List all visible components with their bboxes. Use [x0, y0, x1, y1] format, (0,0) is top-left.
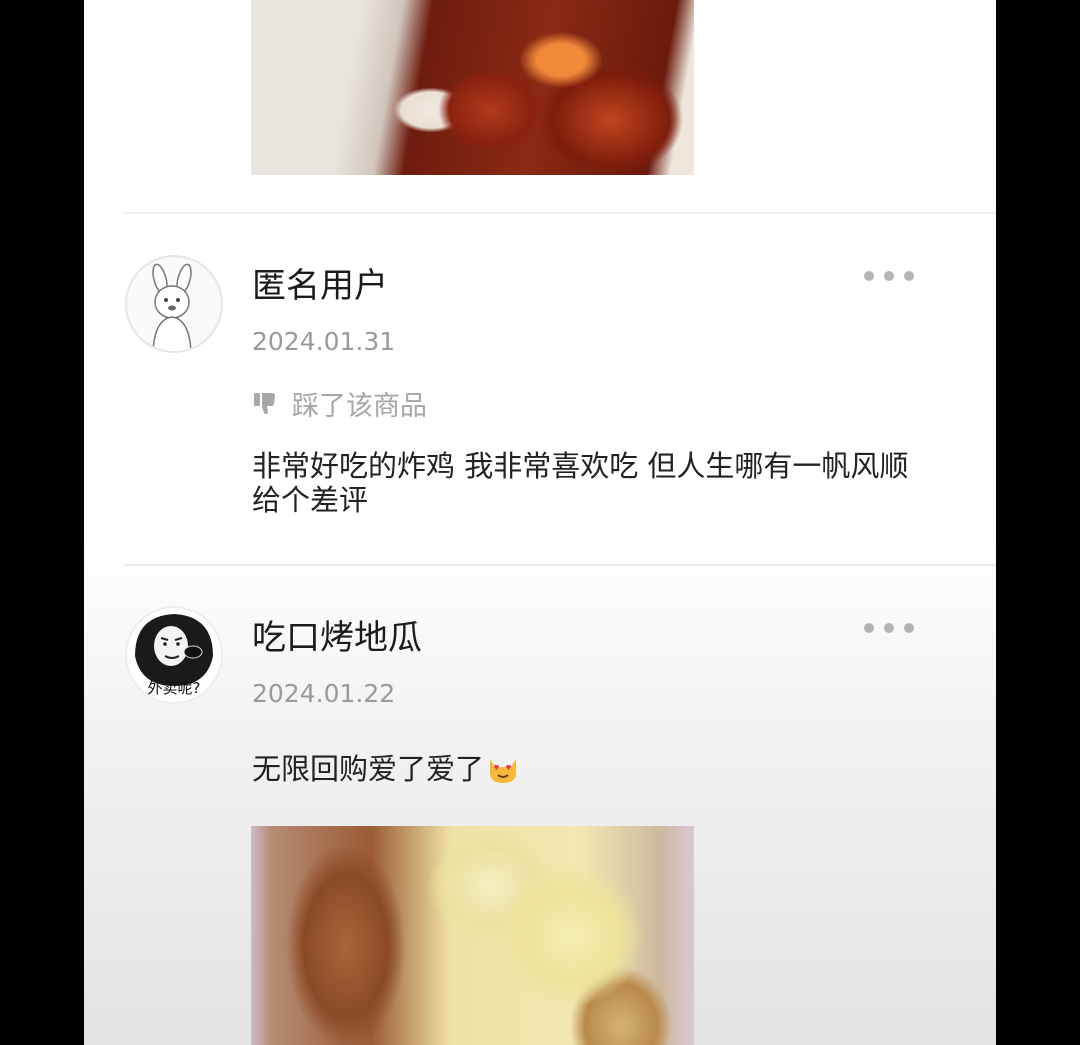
- avatar[interactable]: 外卖呢?: [125, 606, 223, 704]
- review-date: 2024.01.22: [252, 679, 396, 708]
- dislike-label: 踩了该商品: [292, 390, 427, 422]
- thumbs-down-icon: [254, 393, 275, 414]
- dislike-indicator: 踩了该商品: [252, 386, 427, 422]
- divider: [124, 564, 996, 566]
- more-dots-icon[interactable]: [864, 269, 916, 283]
- heart-eyes-cat-emoji-icon: [486, 753, 520, 792]
- username[interactable]: 匿名用户: [252, 266, 388, 306]
- divider: [124, 212, 996, 214]
- review-comment: 非常好吃的炸鸡 我非常喜欢吃 但人生哪有一帆风顺 给个差评: [252, 449, 909, 517]
- review-photo-fried-chicken[interactable]: [251, 0, 694, 175]
- review-comment-text: 无限回购爱了爱了: [252, 752, 485, 786]
- avatar-caption: 外卖呢?: [147, 679, 201, 697]
- more-dots-icon[interactable]: [864, 621, 916, 635]
- username[interactable]: 吃口烤地瓜: [252, 618, 422, 658]
- review-comment: 无限回购爱了爱了: [252, 752, 942, 792]
- avatar[interactable]: [125, 255, 223, 353]
- review-list: 匿名用户 2024.01.31 踩了该商品 非常好吃的炸鸡 我非常喜欢吃 但人生…: [84, 0, 996, 1045]
- review-photo-cheese-chicken[interactable]: [251, 826, 694, 1045]
- review-date: 2024.01.31: [252, 327, 396, 356]
- kangaroo-avatar-icon: [152, 263, 192, 351]
